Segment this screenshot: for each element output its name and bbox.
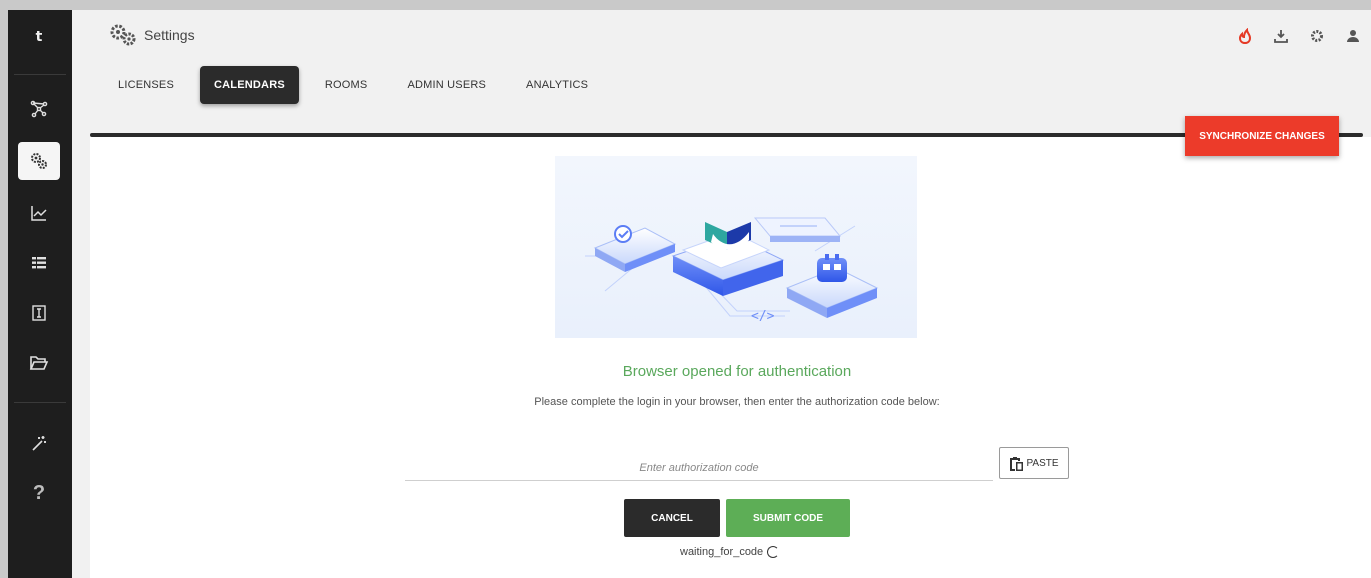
sidebar-item-settings[interactable] bbox=[18, 142, 60, 180]
sidebar-item-list[interactable] bbox=[18, 244, 60, 282]
download-icon bbox=[1274, 30, 1288, 43]
account-initial: t bbox=[35, 29, 43, 45]
authorization-code-field bbox=[405, 455, 993, 481]
tab-licenses[interactable]: LICENSES bbox=[104, 66, 188, 104]
authorization-code-input[interactable] bbox=[405, 455, 993, 480]
gear-icon bbox=[1311, 30, 1323, 42]
sidebar-account[interactable]: t bbox=[18, 18, 60, 56]
spinner-icon bbox=[767, 546, 780, 558]
svg-text:</>: </> bbox=[751, 309, 775, 324]
help-icon: ? bbox=[32, 481, 46, 504]
tab-label: CALENDARS bbox=[214, 79, 285, 91]
tab-label: ANALYTICS bbox=[526, 79, 589, 91]
tab-label: LICENSES bbox=[118, 79, 175, 91]
sidebar: t ? bbox=[8, 10, 72, 578]
calendar-auth-panel: </> Browser opened for authentication Pl… bbox=[90, 137, 1371, 578]
user-icon bbox=[1347, 30, 1359, 42]
sidebar-item-text[interactable] bbox=[18, 294, 60, 332]
clipboard-icon bbox=[1010, 456, 1024, 471]
sidebar-item-analytics[interactable] bbox=[18, 194, 60, 232]
header-actions bbox=[1227, 26, 1371, 46]
app-window: t ? Settings LICENSES CALENDARS ROOMS AD… bbox=[8, 10, 1371, 578]
header: Settings LICENSES CALENDARS ROOMS ADMIN … bbox=[72, 10, 1371, 134]
submit-code-button[interactable]: SUBMIT CODE bbox=[726, 499, 850, 537]
settings-button[interactable] bbox=[1299, 26, 1335, 46]
list-icon bbox=[32, 257, 46, 269]
synchronize-changes-button[interactable]: SYNCHRONIZE CHANGES bbox=[1185, 116, 1339, 156]
gears-icon bbox=[110, 24, 136, 46]
gears-icon bbox=[31, 153, 47, 169]
page-title-text: Settings bbox=[144, 27, 195, 43]
fire-button[interactable] bbox=[1227, 26, 1263, 46]
user-button[interactable] bbox=[1335, 26, 1371, 46]
network-icon bbox=[30, 100, 48, 118]
sidebar-item-network[interactable] bbox=[18, 90, 60, 128]
tab-calendars[interactable]: CALENDARS bbox=[200, 66, 299, 104]
sidebar-item-help[interactable]: ? bbox=[18, 474, 60, 512]
integration-illustration: </> bbox=[555, 156, 917, 338]
tab-rooms[interactable]: ROOMS bbox=[311, 66, 382, 104]
folder-open-icon bbox=[29, 356, 49, 370]
tab-label: ROOMS bbox=[324, 79, 368, 91]
page-title: Settings bbox=[108, 22, 195, 48]
text-cursor-icon bbox=[32, 305, 46, 321]
sidebar-divider bbox=[14, 74, 66, 75]
sidebar-divider bbox=[14, 402, 66, 403]
tab-bar: LICENSES CALENDARS ROOMS ADMIN USERS ANA… bbox=[104, 66, 614, 104]
magic-wand-icon bbox=[32, 436, 46, 451]
paste-button[interactable]: PASTE bbox=[999, 447, 1069, 479]
auth-heading: Browser opened for authentication bbox=[622, 363, 852, 380]
tab-label: ADMIN USERS bbox=[407, 79, 487, 91]
auth-instructions: Please complete the login in your browse… bbox=[534, 396, 940, 408]
tab-analytics[interactable]: ANALYTICS bbox=[512, 66, 602, 104]
chart-line-icon bbox=[31, 206, 47, 221]
auth-status: waiting_for_code bbox=[680, 546, 780, 558]
sidebar-item-wizard[interactable] bbox=[18, 424, 60, 462]
status-text: waiting_for_code bbox=[680, 546, 764, 558]
sidebar-item-files[interactable] bbox=[18, 344, 60, 382]
cancel-button[interactable]: CANCEL bbox=[624, 499, 720, 537]
download-button[interactable] bbox=[1263, 26, 1299, 46]
fire-icon bbox=[1238, 28, 1252, 44]
paste-label: PASTE bbox=[1026, 457, 1059, 469]
tab-admin-users[interactable]: ADMIN USERS bbox=[393, 66, 500, 104]
